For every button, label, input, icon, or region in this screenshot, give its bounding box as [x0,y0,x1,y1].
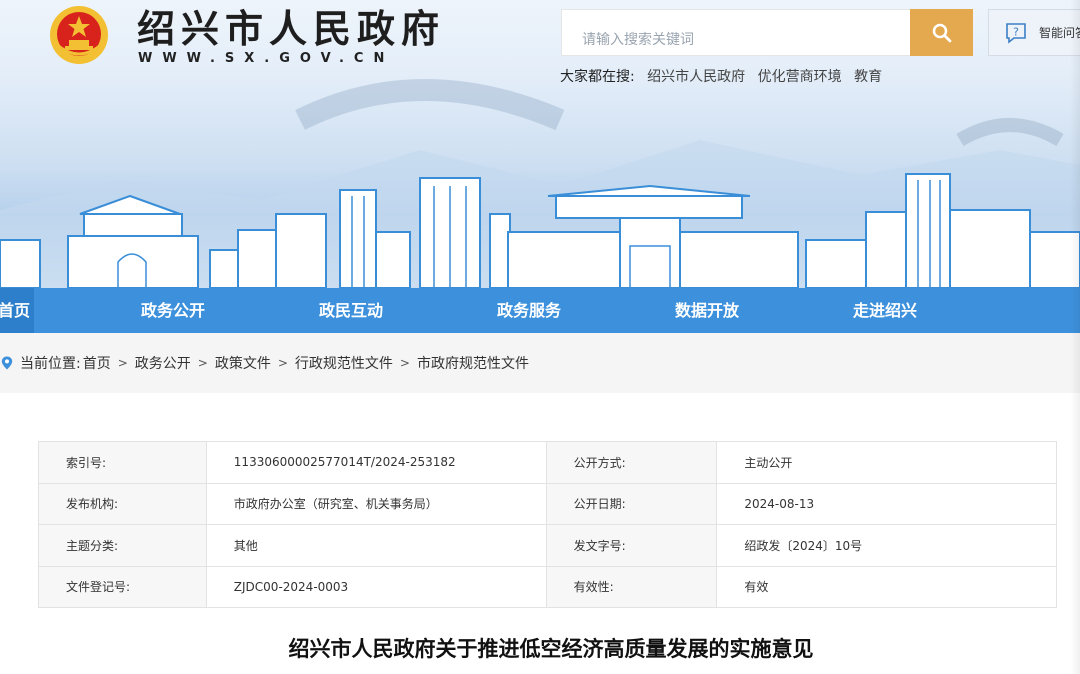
nav-item-services[interactable]: 政务服务 [497,288,561,333]
national-emblem-icon [50,6,108,64]
breadcrumb-label: 当前位置: [20,356,81,372]
search-input[interactable] [562,10,910,55]
meta-key: 主题分类: [38,524,207,567]
nav-item-open-data[interactable]: 数据开放 [675,288,739,333]
meta-key: 有效性: [545,565,718,608]
header-banner: 绍兴市人民政府 WWW.SX.GOV.CN ? 智能问答 大家都在搜: 绍兴市人… [0,0,1080,288]
hot-keyword[interactable]: 绍兴市人民政府 [647,69,745,85]
document-title: 绍兴市人民政府关于推进低空经济高质量发展的实施意见 [288,637,814,661]
hot-search: 大家都在搜: 绍兴市人民政府 优化营商环境 教育 [560,66,882,86]
search-icon [932,23,951,42]
breadcrumb-link[interactable]: 首页 [83,353,111,373]
meta-key: 公开方式: [545,441,718,484]
breadcrumb: 当前位置: 首页 > 政务公开 > 政策文件 > 行政规范性文件 > 市政府规范… [0,353,529,373]
meta-value: 有效 [716,565,1057,608]
breadcrumb-link[interactable]: 行政规范性文件 [295,353,393,373]
breadcrumb-separator: > [277,356,288,370]
breadcrumb-bar: 当前位置: 首页 > 政务公开 > 政策文件 > 行政规范性文件 > 市政府规范… [0,333,1080,393]
table-row: 文件登记号: ZJDC00-2024-0003 有效性: 有效 [38,565,1057,608]
breadcrumb-link[interactable]: 市政府规范性文件 [417,353,529,373]
breadcrumb-link[interactable]: 政策文件 [215,353,271,373]
breadcrumb-separator: > [197,356,208,370]
meta-value: 主动公开 [716,441,1057,484]
meta-value: ZJDC00-2024-0003 [205,565,547,608]
meta-value: 其他 [205,524,547,567]
smart-qa-button[interactable]: ? 智能问答 [988,9,1080,56]
meta-key: 公开日期: [545,482,718,525]
meta-value: 绍政发〔2024〕10号 [716,524,1057,567]
location-pin-icon [1,356,13,370]
hot-search-label: 大家都在搜: [560,69,635,85]
meta-value: 市政府办公室（研究室、机关事务局） [205,482,547,525]
main-nav: 首页 政务公开 政民互动 政务服务 数据开放 走进绍兴 [0,288,1080,333]
table-row: 索引号: 11330600002577014T/2024-253182 公开方式… [38,441,1057,484]
search-button[interactable] [910,9,973,56]
nav-item-about[interactable]: 走进绍兴 [853,288,917,333]
chat-question-icon: ? [1006,22,1026,44]
meta-key: 发布机构: [38,482,207,525]
meta-value: 2024-08-13 [716,482,1057,525]
nav-item-home[interactable]: 首页 [0,288,35,333]
breadcrumb-separator: > [117,356,128,370]
table-row: 主题分类: 其他 发文字号: 绍政发〔2024〕10号 [38,524,1057,567]
hot-keyword[interactable]: 教育 [854,69,882,85]
meta-key: 发文字号: [545,524,718,567]
nav-item-gov-affairs[interactable]: 政务公开 [141,288,205,333]
site-title[interactable]: 绍兴市人民政府 [137,8,445,50]
breadcrumb-link[interactable]: 政务公开 [135,353,191,373]
site-domain: WWW.SX.GOV.CN [138,51,395,66]
meta-key: 文件登记号: [38,565,207,608]
meta-key: 索引号: [38,441,207,484]
document-meta-table: 索引号: 11330600002577014T/2024-253182 公开方式… [38,441,1057,608]
table-row: 发布机构: 市政府办公室（研究室、机关事务局） 公开日期: 2024-08-13 [38,482,1057,525]
hot-keyword[interactable]: 优化营商环境 [758,69,842,85]
svg-text:?: ? [1013,25,1019,38]
breadcrumb-separator: > [399,356,410,370]
page-edge-shadow [1070,0,1080,674]
meta-value: 11330600002577014T/2024-253182 [205,441,547,484]
nav-item-interaction[interactable]: 政民互动 [319,288,383,333]
search-box [561,9,911,56]
